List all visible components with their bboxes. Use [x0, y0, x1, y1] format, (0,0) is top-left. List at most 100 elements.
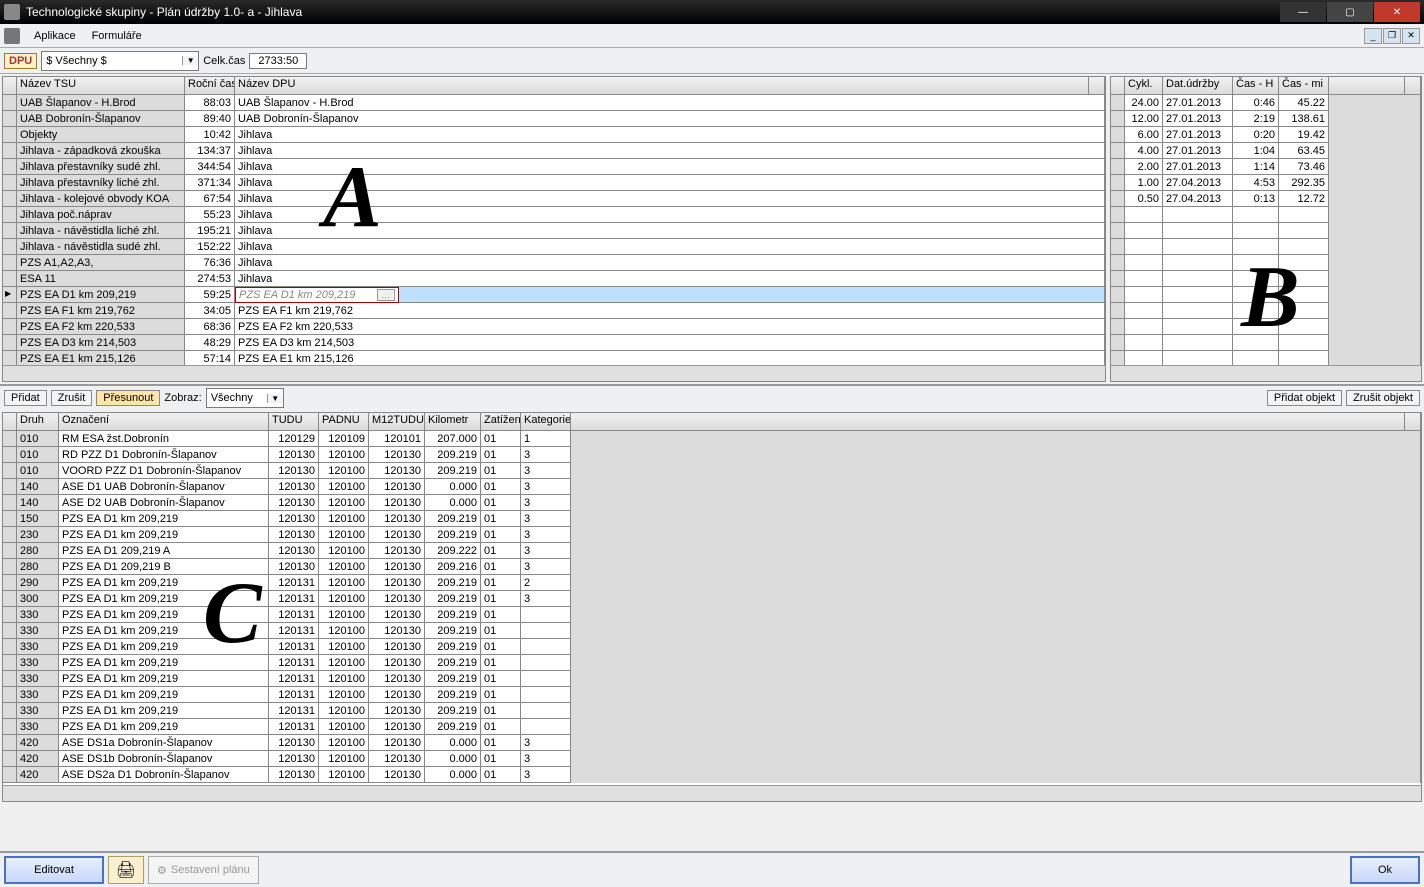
cell-dpu[interactable]: Jihlava: [235, 255, 1105, 271]
dpu-button[interactable]: DPU: [4, 53, 37, 69]
table-row[interactable]: PZS EA F2 km 220,53368:36PZS EA F2 km 22…: [3, 319, 1105, 335]
cell-c[interactable]: ASE D1 UAB Dobronín-Šlapanov: [59, 479, 269, 495]
table-row[interactable]: 330PZS EA D1 km 209,21912013112010012013…: [3, 703, 1421, 719]
row-selector[interactable]: [3, 639, 17, 655]
cell-b[interactable]: [1233, 207, 1279, 223]
cell-c[interactable]: 120130: [369, 511, 425, 527]
row-selector[interactable]: [3, 143, 17, 159]
cell-c[interactable]: 120100: [319, 479, 369, 495]
cell-c[interactable]: 3: [521, 447, 571, 463]
cell-c[interactable]: PZS EA D1 209,219 B: [59, 559, 269, 575]
cell-b[interactable]: [1125, 223, 1163, 239]
table-row[interactable]: 330PZS EA D1 km 209,21912013112010012013…: [3, 655, 1421, 671]
cell-c[interactable]: 330: [17, 639, 59, 655]
cell-b[interactable]: [1125, 271, 1163, 287]
cell-b[interactable]: [1233, 223, 1279, 239]
header-zat[interactable]: Zatížení: [481, 413, 521, 430]
row-selector[interactable]: [1111, 255, 1125, 271]
hscroll-a[interactable]: [3, 365, 1105, 381]
cell-b[interactable]: [1163, 271, 1233, 287]
minimize-button[interactable]: —: [1280, 2, 1326, 22]
cell-b[interactable]: [1279, 287, 1329, 303]
cell-c[interactable]: 330: [17, 623, 59, 639]
cell-b[interactable]: [1125, 319, 1163, 335]
cell-c[interactable]: 3: [521, 511, 571, 527]
row-selector[interactable]: [3, 351, 17, 365]
table-row[interactable]: ESA 11274:53Jihlava: [3, 271, 1105, 287]
cell-c[interactable]: 120130: [269, 511, 319, 527]
cell-c[interactable]: 330: [17, 671, 59, 687]
cell-tsu[interactable]: PZS EA F2 km 220,533: [17, 319, 185, 335]
table-row[interactable]: 24.0027.01.20130:4645.22: [1111, 95, 1421, 111]
cell-dpu[interactable]: Jihlava: [235, 143, 1105, 159]
row-selector[interactable]: [3, 287, 17, 303]
cell-b[interactable]: 27.01.2013: [1163, 159, 1233, 175]
row-selector[interactable]: [1111, 287, 1125, 303]
cell-c[interactable]: 01: [481, 495, 521, 511]
cell-c[interactable]: PZS EA D1 km 209,219: [59, 607, 269, 623]
cell-rocni[interactable]: 59:25: [185, 287, 235, 303]
table-row[interactable]: Objekty10:42Jihlava: [3, 127, 1105, 143]
cell-c[interactable]: 120100: [319, 511, 369, 527]
cell-dpu[interactable]: PZS EA D3 km 214,503: [235, 335, 1105, 351]
cell-b[interactable]: [1163, 303, 1233, 319]
table-row[interactable]: 280PZS EA D1 209,219 A120130120100120130…: [3, 543, 1421, 559]
row-selector[interactable]: [1111, 319, 1125, 335]
cell-c[interactable]: 209.219: [425, 655, 481, 671]
row-selector[interactable]: [1111, 335, 1125, 351]
row-selector[interactable]: [3, 239, 17, 255]
cell-c[interactable]: 120130: [269, 559, 319, 575]
cell-c[interactable]: 120100: [319, 527, 369, 543]
cell-b[interactable]: [1233, 255, 1279, 271]
cell-c[interactable]: 3: [521, 543, 571, 559]
cell-dpu[interactable]: Jihlava: [235, 223, 1105, 239]
cell-c[interactable]: 120130: [269, 447, 319, 463]
table-row[interactable]: [1111, 351, 1421, 365]
table-row[interactable]: 140ASE D2 UAB Dobronín-Šlapanov120130120…: [3, 495, 1421, 511]
cell-c[interactable]: 120109: [319, 431, 369, 447]
cell-c[interactable]: PZS EA D1 km 209,219: [59, 703, 269, 719]
cell-b[interactable]: [1163, 207, 1233, 223]
cell-tsu[interactable]: Jihlava - návěstidla liché zhl.: [17, 223, 185, 239]
cell-c[interactable]: 01: [481, 479, 521, 495]
cell-c[interactable]: 120100: [319, 671, 369, 687]
cell-c[interactable]: 280: [17, 543, 59, 559]
table-row[interactable]: Jihlava - návěstidla sudé zhl.152:22Jihl…: [3, 239, 1105, 255]
row-selector[interactable]: [3, 687, 17, 703]
cell-b[interactable]: 27.01.2013: [1163, 111, 1233, 127]
presunout-button[interactable]: Přesunout: [96, 390, 160, 406]
cell-c[interactable]: 01: [481, 639, 521, 655]
cell-c[interactable]: PZS EA D1 km 209,219: [59, 623, 269, 639]
cell-c[interactable]: 120130: [369, 607, 425, 623]
cell-c[interactable]: 209.219: [425, 719, 481, 735]
cell-c[interactable]: 01: [481, 719, 521, 735]
row-selector[interactable]: [1111, 303, 1125, 319]
cell-c[interactable]: 120130: [269, 735, 319, 751]
mdi-restore[interactable]: ❐: [1383, 28, 1401, 44]
cell-c[interactable]: 420: [17, 751, 59, 767]
cell-rocni[interactable]: 76:36: [185, 255, 235, 271]
cell-c[interactable]: 01: [481, 607, 521, 623]
cell-c[interactable]: PZS EA D1 km 209,219: [59, 655, 269, 671]
cell-c[interactable]: 150: [17, 511, 59, 527]
cell-c[interactable]: 120131: [269, 703, 319, 719]
cell-c[interactable]: 120130: [269, 767, 319, 783]
cell-tsu[interactable]: PZS A1,A2,A3,: [17, 255, 185, 271]
table-row[interactable]: UAB Šlapanov - H.Brod88:03UAB Šlapanov -…: [3, 95, 1105, 111]
cell-c[interactable]: 120100: [319, 655, 369, 671]
cell-dpu[interactable]: Jihlava: [235, 191, 1105, 207]
cell-c[interactable]: ASE D2 UAB Dobronín-Šlapanov: [59, 495, 269, 511]
row-selector[interactable]: [3, 191, 17, 207]
cell-b[interactable]: 73.46: [1279, 159, 1329, 175]
cell-dpu[interactable]: Jihlava: [235, 239, 1105, 255]
cell-b[interactable]: 0:20: [1233, 127, 1279, 143]
table-row[interactable]: PZS EA D1 km 209,21959:25PZS EA D1 km 20…: [3, 287, 1105, 303]
cell-c[interactable]: 120131: [269, 671, 319, 687]
cell-c[interactable]: 280: [17, 559, 59, 575]
header-casm[interactable]: Čas - mi: [1279, 77, 1329, 94]
cell-c[interactable]: 01: [481, 671, 521, 687]
cell-dpu[interactable]: UAB Dobronín-Šlapanov: [235, 111, 1105, 127]
row-selector[interactable]: [1111, 271, 1125, 287]
table-row[interactable]: [1111, 335, 1421, 351]
cell-c[interactable]: 120100: [319, 751, 369, 767]
